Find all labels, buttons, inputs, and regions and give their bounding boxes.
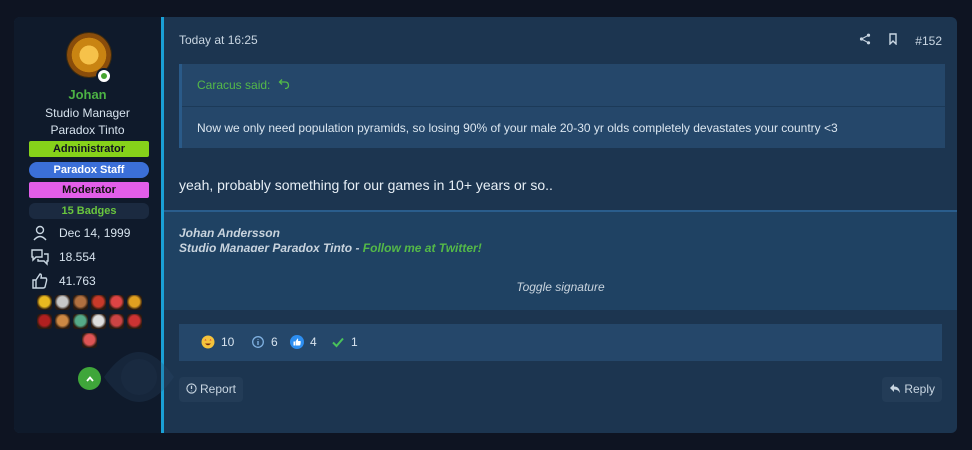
stat-joined: Dec 14, 1999 xyxy=(31,224,151,242)
trophy-icon[interactable] xyxy=(37,295,52,310)
report-label: Report xyxy=(200,382,237,396)
trophy-icon[interactable] xyxy=(91,314,106,329)
trophy-icon[interactable] xyxy=(55,295,70,310)
reaction-info[interactable]: 6 xyxy=(251,335,278,349)
banner-moderator: Moderator xyxy=(29,182,149,198)
trophy-icon[interactable] xyxy=(109,295,124,310)
trophy-icon[interactable] xyxy=(91,295,106,310)
post-actions: #152 xyxy=(845,33,942,48)
reply-icon xyxy=(890,384,901,393)
trophy-icons xyxy=(28,295,152,352)
reactions-bar[interactable]: 10 6 4 1 xyxy=(179,324,942,361)
trophy-icon[interactable] xyxy=(73,314,88,329)
trophy-icon[interactable] xyxy=(73,295,88,310)
trophy-icon[interactable] xyxy=(127,314,142,329)
username[interactable]: Johan xyxy=(14,87,161,102)
post-number-link[interactable]: #152 xyxy=(915,34,942,48)
post-message: yeah, probably something for our games i… xyxy=(179,177,553,193)
trophy-icon[interactable] xyxy=(127,295,142,310)
user-title-line2: Paradox Tinto xyxy=(50,123,125,137)
signature-line-text: Studio Manager Paradox Tinto - xyxy=(179,241,363,252)
report-icon xyxy=(186,383,197,394)
messages-icon xyxy=(31,249,49,266)
user-icon xyxy=(33,225,47,241)
signature-name: Johan Andersson xyxy=(179,226,280,240)
banner-paradox-staff: Paradox Staff xyxy=(29,162,149,178)
reaction-count: 10 xyxy=(221,335,235,349)
post-main: Today at 16:25 #152 Caracus said: Now we… xyxy=(164,17,957,433)
reaction-star-struck[interactable]: 10 xyxy=(201,335,234,349)
stat-reactions: 41.763 xyxy=(31,272,151,290)
user-title-line1: Studio Manager xyxy=(45,106,130,120)
quote-text: Now we only need population pyramids, so… xyxy=(197,121,838,135)
checkmark-icon xyxy=(332,337,344,348)
share-icon[interactable] xyxy=(859,33,871,48)
thumbs-up-icon xyxy=(290,335,304,349)
thumbs-up-outline-icon xyxy=(32,273,48,289)
signature-block: Johan Andersson Studio Manager Paradox T… xyxy=(164,210,957,310)
badges-link[interactable]: 15 Badges xyxy=(29,203,149,219)
reply-button[interactable]: Reply xyxy=(882,377,942,402)
trophy-icon[interactable] xyxy=(55,314,70,329)
star-struck-icon xyxy=(201,335,215,349)
reaction-checkmark[interactable]: 1 xyxy=(331,335,358,349)
online-status-icon xyxy=(96,68,112,84)
joined-date: Dec 14, 1999 xyxy=(59,226,131,240)
quote-author[interactable]: Caracus said: xyxy=(197,78,270,92)
quote-header[interactable]: Caracus said: xyxy=(197,78,290,92)
signature-twitter-link[interactable]: Follow me at Twitter! xyxy=(363,241,482,252)
banner-administrator: Administrator xyxy=(29,141,149,157)
reactions-count: 41.763 xyxy=(59,274,96,288)
reaction-thumbs-up[interactable]: 4 xyxy=(290,335,317,349)
trophy-icon[interactable] xyxy=(37,314,52,329)
reaction-count: 6 xyxy=(271,335,278,349)
trophy-icon[interactable] xyxy=(82,333,97,348)
messages-count: 18.554 xyxy=(59,250,96,264)
report-button[interactable]: Report xyxy=(179,377,244,402)
trophy-icon[interactable] xyxy=(109,314,124,329)
signature-line: Studio Manager Paradox Tinto - Follow me… xyxy=(179,241,482,252)
reply-label: Reply xyxy=(904,382,935,396)
avatar[interactable] xyxy=(67,33,112,84)
chevron-up-icon xyxy=(85,375,94,382)
user-column: Johan Studio Manager Paradox Tinto Admin… xyxy=(14,17,174,433)
post-date[interactable]: Today at 16:25 xyxy=(179,33,258,47)
reaction-count: 4 xyxy=(310,335,317,349)
stat-messages: 18.554 xyxy=(31,248,151,266)
jump-to-quote-icon[interactable] xyxy=(278,78,290,90)
forum-post: Johan Studio Manager Paradox Tinto Admin… xyxy=(14,17,957,433)
bookmark-icon[interactable] xyxy=(888,33,898,48)
scroll-up-button[interactable] xyxy=(78,367,101,390)
info-icon xyxy=(252,336,264,348)
quote-divider xyxy=(182,106,945,107)
reaction-count: 1 xyxy=(351,335,358,349)
quote-block: Caracus said: Now we only need populatio… xyxy=(179,64,945,148)
toggle-signature-button[interactable]: Toggle signature xyxy=(164,280,957,294)
